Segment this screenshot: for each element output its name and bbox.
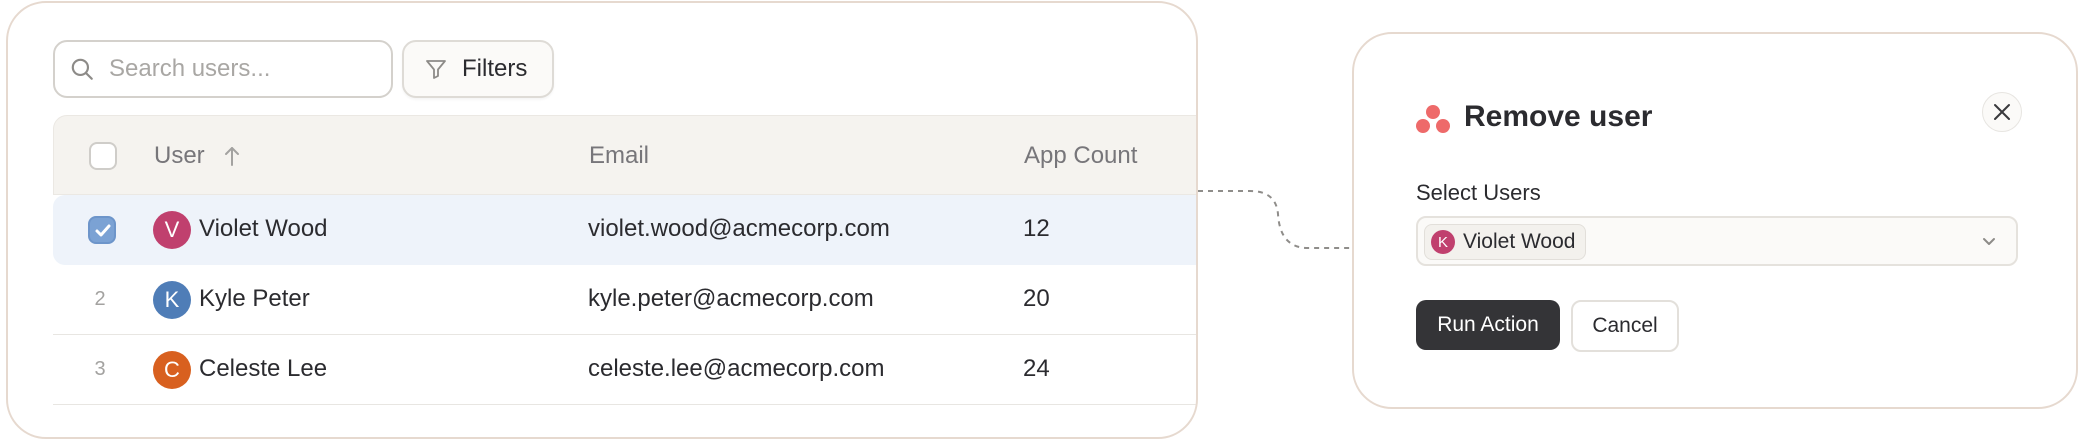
users-table-card: Search users... Filters User Email App C… <box>6 1 1198 439</box>
close-button[interactable] <box>1982 92 2022 132</box>
chip-label: Violet Wood <box>1463 230 1576 253</box>
avatar: V <box>153 211 191 249</box>
checkmark-icon <box>95 224 111 237</box>
column-header-email[interactable]: Email <box>589 142 649 170</box>
dialog-title: Remove user <box>1464 100 1653 133</box>
close-icon <box>1994 104 2010 120</box>
filters-button[interactable]: Filters <box>402 40 554 98</box>
row-checkbox[interactable] <box>88 216 116 244</box>
column-header-user[interactable]: User <box>154 142 205 170</box>
run-action-button[interactable]: Run Action <box>1416 300 1560 350</box>
user-email: violet.wood@acmecorp.com <box>588 215 890 242</box>
avatar: K <box>153 281 191 319</box>
user-email: celeste.lee@acmecorp.com <box>588 355 885 382</box>
column-header-app-count[interactable]: App Count <box>1024 142 1137 170</box>
selected-user-chip[interactable]: K Violet Wood <box>1424 224 1587 260</box>
search-input[interactable]: Search users... <box>53 40 393 98</box>
filters-label: Filters <box>462 55 528 82</box>
table-header: User Email App Count <box>53 115 1196 195</box>
user-email: kyle.peter@acmecorp.com <box>588 285 874 312</box>
user-name: Celeste Lee <box>199 355 328 382</box>
sort-ascending-icon[interactable] <box>222 144 242 168</box>
table-row[interactable]: 2 K Kyle Peter kyle.peter@acmecorp.com 2… <box>53 265 1196 335</box>
table-row[interactable]: V Violet Wood violet.wood@acmecorp.com 1… <box>53 195 1196 265</box>
user-name: Kyle Peter <box>199 285 310 312</box>
select-all-checkbox[interactable] <box>89 142 117 170</box>
cancel-button[interactable]: Cancel <box>1571 300 1679 352</box>
filter-icon <box>426 60 446 79</box>
chip-avatar: K <box>1431 230 1455 254</box>
app-logo-icon <box>1416 105 1450 133</box>
row-number: 3 <box>94 358 106 380</box>
search-placeholder: Search users... <box>109 55 271 82</box>
select-users-label: Select Users <box>1416 180 1541 205</box>
chevron-down-icon[interactable] <box>1980 232 1998 250</box>
user-app-count: 20 <box>1023 285 1050 312</box>
avatar: C <box>153 351 191 389</box>
table-row[interactable]: 3 C Celeste Lee celeste.lee@acmecorp.com… <box>53 335 1196 405</box>
remove-user-dialog: Remove user Select Users K Violet Wood R… <box>1352 32 2078 409</box>
search-icon <box>71 58 93 80</box>
dashed-connector <box>1198 190 1354 249</box>
user-app-count: 24 <box>1023 355 1050 382</box>
users-table: User Email App Count V Violet Wood viole… <box>53 115 1196 405</box>
user-name: Violet Wood <box>199 215 328 242</box>
select-users-dropdown[interactable]: K Violet Wood <box>1416 216 2018 266</box>
user-app-count: 12 <box>1023 215 1050 242</box>
row-number: 2 <box>94 288 106 310</box>
